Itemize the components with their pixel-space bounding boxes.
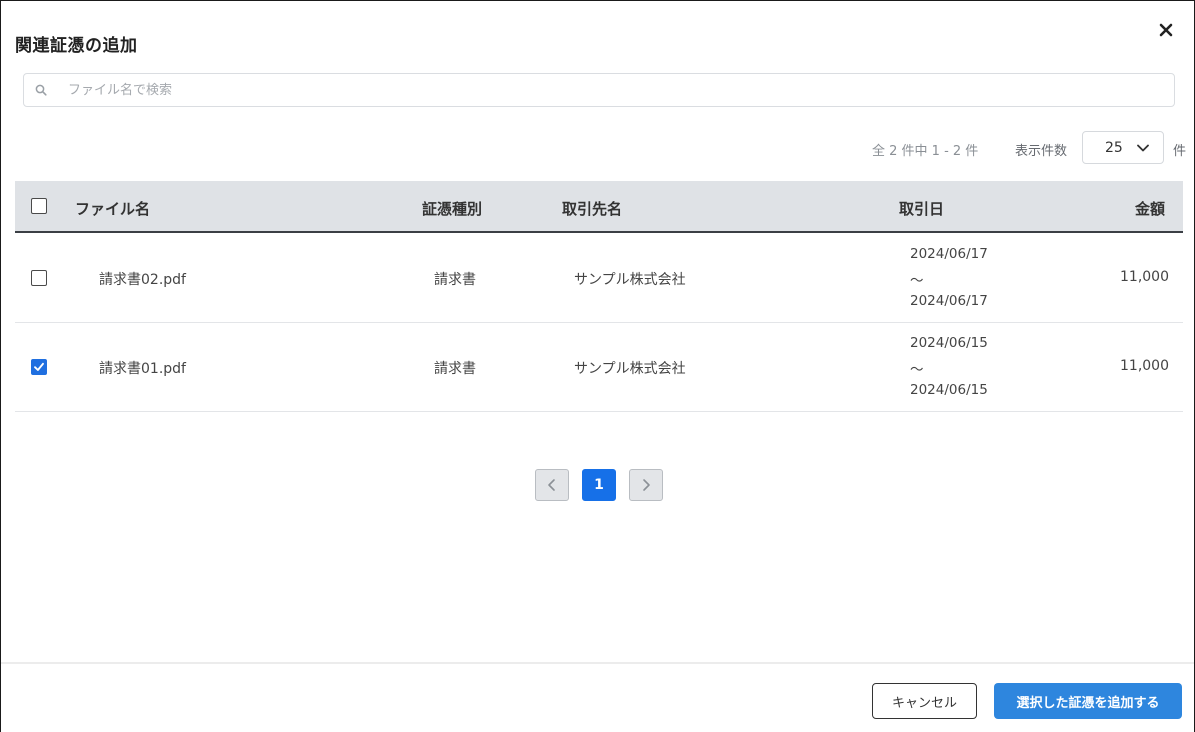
check-icon (34, 362, 44, 371)
partner-name: サンプル株式会社 (574, 272, 686, 288)
add-selected-vouchers-button[interactable]: 選択した証憑を追加する (994, 683, 1182, 719)
per-page-select[interactable]: 25 (1082, 131, 1164, 164)
amount: 11,000 (1120, 269, 1169, 285)
column-header-file-name: ファイル名 (75, 200, 151, 218)
result-count: 全 2 件中 1 - 2 件 (872, 144, 979, 159)
chevron-down-icon (1137, 144, 1149, 152)
page-number: 1 (594, 477, 604, 493)
row-checkbox[interactable] (31, 270, 47, 286)
close-icon (1159, 23, 1173, 37)
file-name: 請求書02.pdf (99, 272, 186, 288)
table-row[interactable]: 請求書01.pdf 請求書 サンプル株式会社 2024/06/15 〜 2024… (15, 323, 1183, 412)
table-header: ファイル名 証憑種別 取引先名 取引日 金額 (15, 181, 1183, 233)
date-to: 2024/06/17 (910, 293, 988, 309)
dialog-title: 関連証憑の追加 (15, 36, 138, 56)
date-separator: 〜 (910, 362, 924, 378)
per-page-label: 表示件数 (1015, 144, 1068, 159)
per-page-value: 25 (1105, 139, 1123, 156)
page-button-current[interactable]: 1 (582, 469, 616, 501)
prev-page-button[interactable] (535, 469, 569, 501)
close-button[interactable] (1153, 17, 1179, 43)
date-from: 2024/06/17 (910, 246, 988, 262)
search-input[interactable] (58, 75, 1174, 105)
chevron-left-icon (548, 479, 555, 491)
table-row[interactable]: 請求書02.pdf 請求書 サンプル株式会社 2024/06/17 〜 2024… (15, 234, 1183, 323)
column-header-partner: 取引先名 (562, 200, 623, 218)
per-page-unit: 件 (1173, 144, 1187, 159)
file-name: 請求書01.pdf (99, 361, 186, 377)
row-checkbox[interactable] (31, 359, 47, 375)
column-header-amount: 金額 (1135, 200, 1166, 218)
select-all-checkbox[interactable] (31, 198, 47, 214)
date-to: 2024/06/15 (910, 382, 988, 398)
dialog-footer: キャンセル 選択した証憑を追加する (1, 662, 1194, 732)
voucher-type: 請求書 (434, 361, 476, 377)
column-header-type: 証憑種別 (422, 200, 483, 218)
chevron-right-icon (643, 479, 650, 491)
amount: 11,000 (1120, 358, 1169, 374)
search-icon (24, 74, 58, 106)
voucher-type: 請求書 (434, 272, 476, 288)
search-box (23, 73, 1175, 107)
partner-name: サンプル株式会社 (574, 361, 686, 377)
column-header-date: 取引日 (899, 200, 945, 218)
add-related-voucher-dialog: 関連証憑の追加 全 2 件中 1 - 2 件 表示件数 25 件 ファイル名 証… (0, 0, 1195, 732)
date-from: 2024/06/15 (910, 335, 988, 351)
cancel-button[interactable]: キャンセル (872, 683, 977, 719)
date-separator: 〜 (910, 273, 924, 289)
next-page-button[interactable] (629, 469, 663, 501)
